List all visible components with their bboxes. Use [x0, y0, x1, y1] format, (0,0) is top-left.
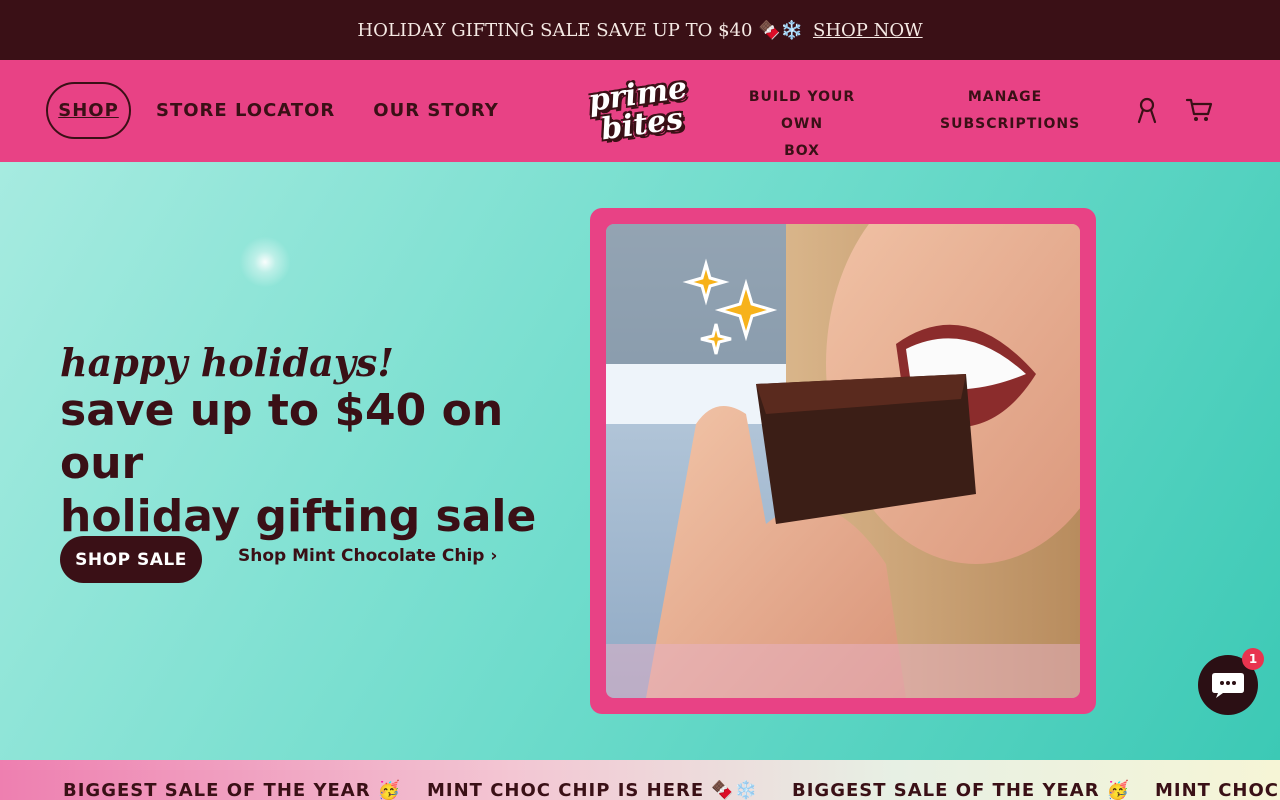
marquee-item: BIGGEST SALE OF THE YEAR 🥳 [63, 780, 402, 800]
cart-icon[interactable] [1185, 96, 1213, 124]
hero-headline-line1: save up to $40 on our [60, 385, 504, 489]
prime-bites-logo[interactable]: prime bites [581, 61, 700, 159]
shop-mint-chocolate-chip-link[interactable]: Shop Mint Chocolate Chip › [238, 546, 497, 566]
hero-headline: save up to $40 on our holiday gifting sa… [60, 384, 600, 543]
primary-nav: SHOP STORE LOCATOR OUR STORY [46, 82, 499, 139]
hero-script-heading: happy holidays! [60, 340, 394, 385]
account-icon[interactable] [1134, 96, 1160, 124]
nav-manage-line1: MANAGE [967, 89, 1043, 105]
nav-build-line1: BUILD YOUR OWN [748, 89, 856, 132]
marquee-item: MINT CHOC CHIP IS HERE 🍫❄️ [1155, 780, 1280, 800]
nav-manage-line2: SUBSCRIPTIONS [940, 116, 1081, 132]
marquee-item: MINT CHOC CHIP IS HERE 🍫❄️ [427, 780, 759, 800]
nav-manage-subscriptions-link[interactable]: MANAGE SUBSCRIPTIONS [940, 84, 1081, 138]
chat-bubble-icon [1212, 673, 1244, 698]
site-header: SHOP STORE LOCATOR OUR STORY prime bites… [0, 60, 1280, 162]
logo-word-bites: bites [598, 101, 686, 148]
chat-unread-badge: 1 [1242, 648, 1264, 670]
announcement-shop-now-link[interactable]: SHOP NOW [813, 20, 923, 41]
marquee-item: BIGGEST SALE OF THE YEAR 🥳 [792, 780, 1131, 800]
shop-sale-button[interactable]: SHOP SALE [60, 536, 202, 583]
nav-shop-link[interactable]: SHOP [46, 82, 131, 139]
nav-our-story-link[interactable]: OUR STORY [373, 100, 499, 121]
hero-banner: happy holidays! save up to $40 on our ho… [0, 162, 1280, 760]
sparkle-decoration [235, 232, 295, 292]
hero-photo-woman-eating-brownie [606, 224, 1080, 698]
hero-photo-frame [590, 208, 1096, 714]
announcement-bar: HOLIDAY GIFTING SALE SAVE UP TO $40 🍫❄️ … [0, 0, 1280, 60]
announcement-text: HOLIDAY GIFTING SALE SAVE UP TO $40 🍫❄️ [357, 19, 803, 41]
nav-store-locator-link[interactable]: STORE LOCATOR [156, 100, 335, 121]
nav-build-line2: BOX [784, 143, 820, 159]
promo-marquee: BIGGEST SALE OF THE YEAR 🥳 MINT CHOC CHI… [0, 760, 1280, 800]
nav-build-your-own-box-link[interactable]: BUILD YOUR OWN BOX [732, 84, 872, 165]
